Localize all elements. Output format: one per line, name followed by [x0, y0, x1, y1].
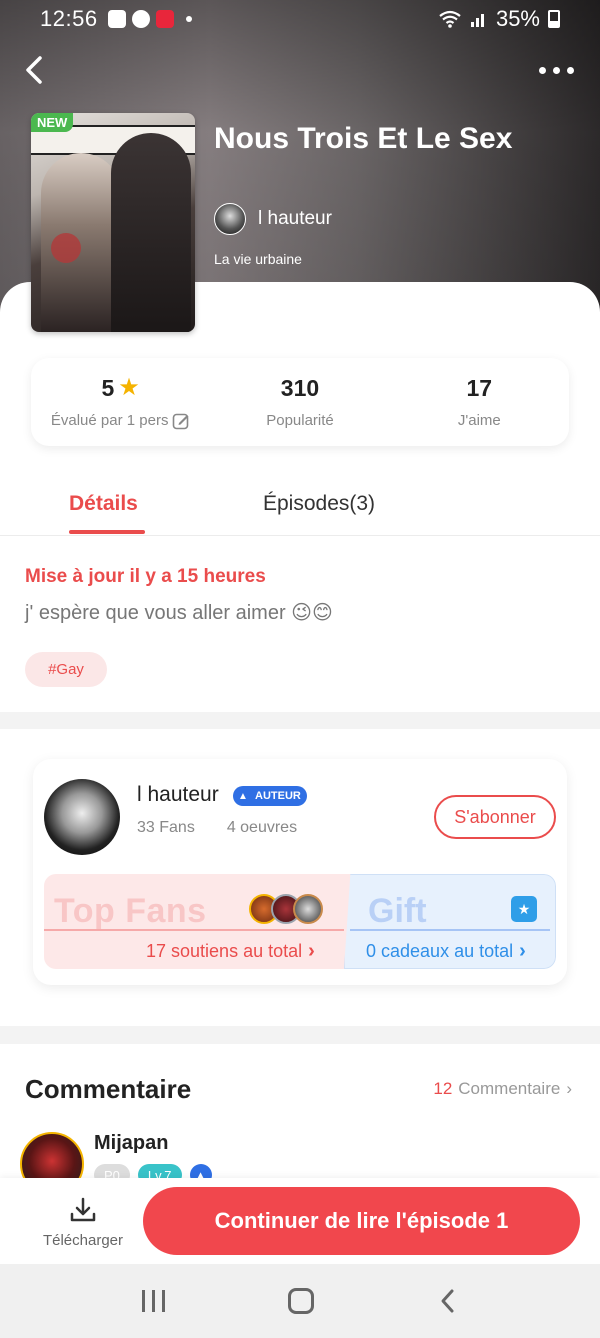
comments-count: 12 — [433, 1079, 453, 1098]
detail-tabs: Détails Épisodes(3) — [0, 478, 600, 536]
author-name-top: l hauteur — [258, 208, 332, 229]
new-badge: NEW — [31, 113, 74, 132]
top-fans-total[interactable]: 17 soutiens au total › — [146, 940, 315, 963]
gallery-icon — [107, 10, 126, 28]
more-notifications-dot — [185, 16, 192, 22]
comic-detail-screen: 12:56 35% NEW Nous Trois Et Le Sex l hau… — [0, 0, 600, 1338]
commenter-name[interactable]: Mijapan — [94, 1132, 168, 1155]
top-fan-avatars — [249, 894, 323, 924]
likes-label: J'aime — [457, 412, 501, 429]
author-avatar-small — [214, 203, 246, 235]
likes-stat[interactable]: 17 J'aime — [390, 358, 569, 446]
gift-total-text: 0 cadeaux au total — [366, 941, 514, 961]
wifi-icon — [439, 10, 461, 28]
description: j' espère que vous aller aimer 😉😊 — [25, 602, 333, 624]
author-card: l hauteur AUTEUR 33 Fans 4 oeuvres S'abo… — [33, 759, 567, 985]
dot-icon — [566, 66, 574, 74]
rating-stat[interactable]: 5 ★ Évalué par 1 pers — [31, 358, 210, 446]
more-options-button[interactable] — [536, 58, 576, 82]
notification-icons — [107, 10, 192, 28]
messenger-icon — [131, 10, 150, 28]
chevron-right-icon: › — [566, 1079, 572, 1098]
stats-card: 5 ★ Évalué par 1 pers 310 Popularité 17 … — [31, 358, 569, 446]
update-text: Mise à jour il y a 15 heures — [25, 566, 266, 587]
popularity-label: Popularité — [266, 412, 334, 429]
tag-chip[interactable]: #Gay — [25, 652, 107, 687]
top-fans-title: Top Fans — [54, 892, 207, 930]
star-icon: ★ — [118, 374, 140, 401]
top-fans-divider — [44, 929, 344, 931]
gift-title: Gift — [368, 892, 427, 930]
gift-icon: ★ — [511, 896, 537, 922]
cover-accent — [51, 233, 81, 263]
continue-reading-button[interactable]: Continuer de lire l'épisode 1 — [143, 1187, 580, 1255]
active-tab-indicator — [69, 530, 145, 534]
gift-total[interactable]: 0 cadeaux au total › — [366, 940, 526, 963]
download-icon — [70, 1197, 96, 1222]
home-button[interactable] — [288, 1288, 315, 1314]
chevron-right-icon: › — [308, 940, 315, 962]
top-fans-total-text: 17 soutiens au total — [146, 941, 303, 961]
status-time: 12:56 — [40, 6, 98, 31]
recent-apps-icon — [141, 1290, 145, 1312]
recent-apps-button[interactable] — [141, 1290, 165, 1312]
download-button[interactable]: Télécharger — [40, 1196, 126, 1249]
status-bar: 12:56 35% — [0, 0, 600, 38]
dot-icon — [538, 66, 546, 74]
mangatoon-icon — [155, 10, 174, 28]
author-name[interactable]: l hauteur — [137, 783, 219, 807]
popularity-value: 310 — [280, 375, 320, 401]
comments-link[interactable]: 12 Commentaire › — [433, 1079, 572, 1099]
gift-divider — [350, 929, 550, 931]
tab-details[interactable]: Détails — [69, 492, 138, 516]
author-section: l hauteur AUTEUR 33 Fans 4 oeuvres S'abo… — [0, 729, 600, 1026]
status-right: 35% — [438, 6, 560, 32]
back-button[interactable] — [18, 50, 52, 90]
bottom-action-bar: Télécharger Continuer de lire l'épisode … — [0, 1178, 600, 1264]
dot-icon — [552, 66, 560, 74]
chevron-left-icon — [26, 56, 42, 84]
recent-apps-icon — [151, 1290, 155, 1312]
edit-icon — [173, 413, 189, 429]
details-section: Mise à jour il y a 15 heures j' espère q… — [0, 537, 600, 710]
author-meta: 33 Fans 4 oeuvres — [137, 819, 297, 837]
signal-icon — [470, 14, 484, 27]
recent-apps-icon — [161, 1290, 165, 1312]
rating-label: Évalué par 1 pers — [50, 412, 169, 429]
likes-value: 17 — [466, 375, 493, 401]
tab-episodes[interactable]: Épisodes(3) — [263, 492, 375, 516]
author-link[interactable]: l hauteur — [214, 203, 332, 235]
comments-title: Commentaire — [25, 1074, 192, 1104]
author-avatar[interactable] — [44, 779, 120, 855]
author-works: 4 oeuvres — [226, 819, 298, 836]
subscribe-button[interactable]: S'abonner — [434, 795, 556, 839]
author-badge: AUTEUR — [233, 786, 307, 806]
popularity-stat: 310 Popularité — [210, 358, 389, 446]
comments-link-label: Commentaire — [458, 1079, 561, 1098]
author-fans: 33 Fans — [137, 819, 195, 836]
battery-icon — [548, 10, 560, 28]
rating-value: 5 — [101, 374, 115, 401]
genre-label: La vie urbaine — [214, 251, 302, 267]
system-navigation-bar — [0, 1264, 600, 1338]
cover-figure-right — [111, 133, 191, 332]
battery-percent: 35% — [495, 6, 540, 31]
fans-gift-box: Top Fans Gift ★ 17 soutiens au total › 0… — [44, 874, 556, 969]
chevron-right-icon: › — [519, 940, 526, 962]
comments-section: Commentaire 12 Commentaire › Mijapan P0 … — [0, 1044, 600, 1196]
comic-cover[interactable]: NEW — [31, 113, 195, 332]
download-label: Télécharger — [42, 1232, 124, 1249]
comic-title: Nous Trois Et Le Sex — [214, 122, 513, 155]
system-back-button[interactable] — [438, 1288, 458, 1314]
fan-avatar — [293, 894, 323, 924]
